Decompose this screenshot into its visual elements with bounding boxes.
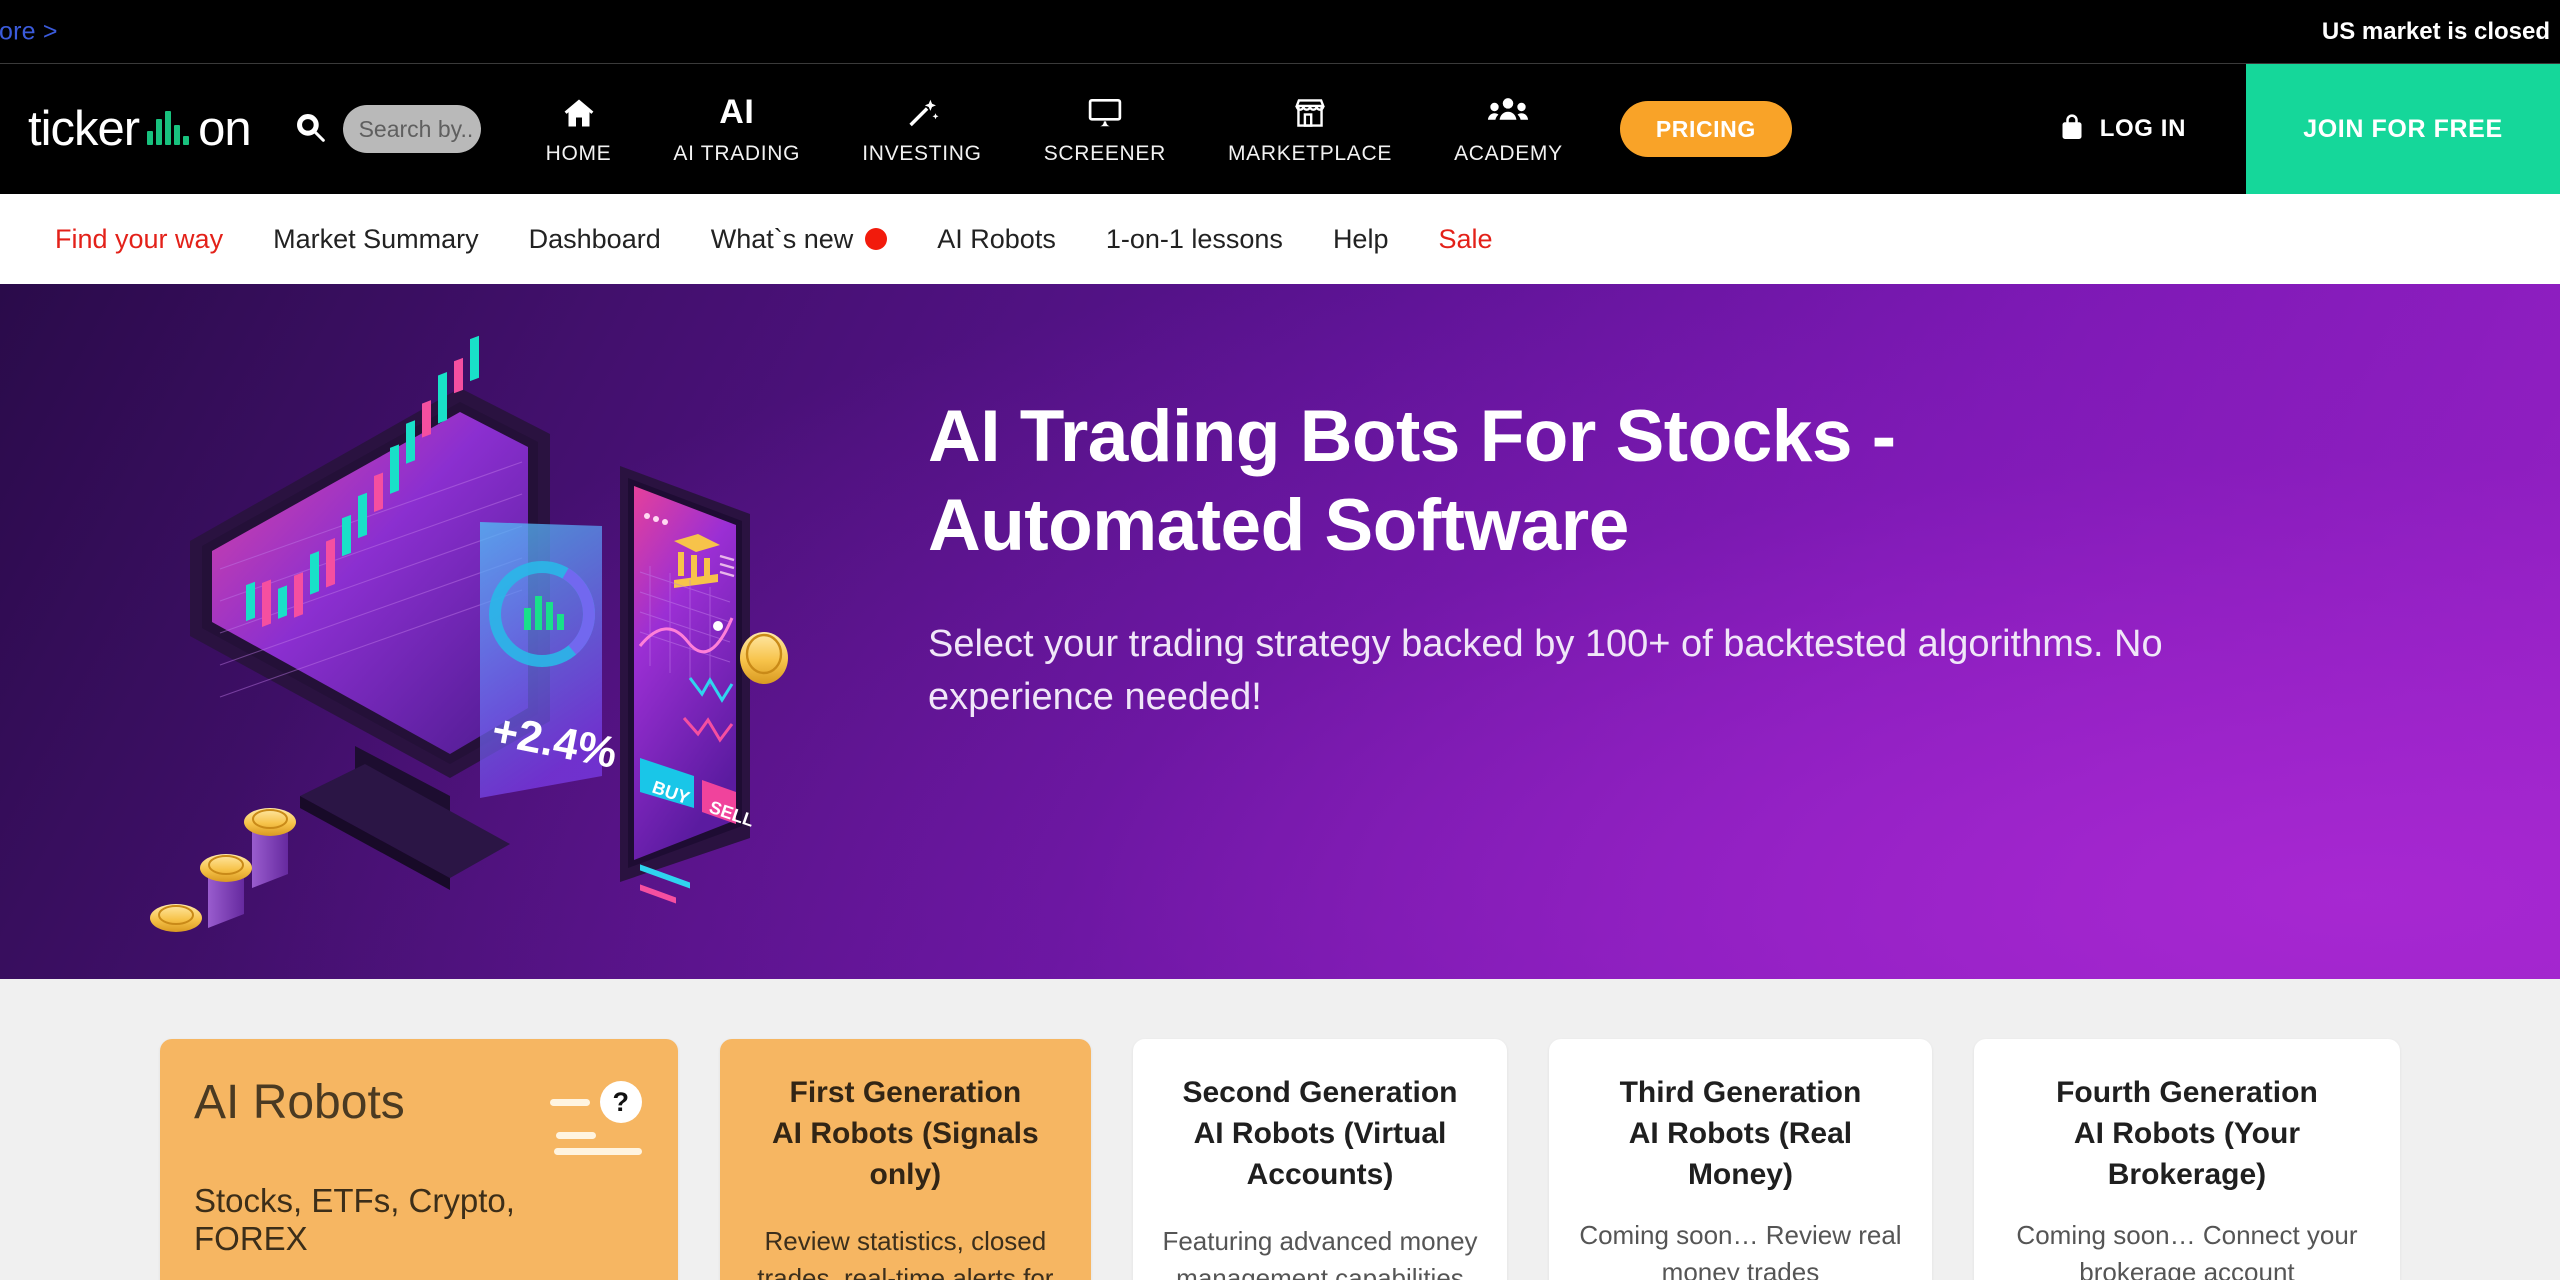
generation-card-second[interactable]: Second Generation AI Robots (Virtual Acc… (1133, 1039, 1507, 1280)
new-indicator-dot-icon (865, 228, 888, 250)
subnav-item-ai-robots[interactable]: AI Robots (912, 224, 1081, 255)
card-heading: Third Generation AI Robots (Real Money) (1577, 1073, 1904, 1195)
overview-card-subtitle: Stocks, ETFs, Crypto, FOREX (194, 1182, 515, 1257)
subnav-item-help[interactable]: Help (1308, 224, 1414, 255)
subnav-item-1-on-1-lessons[interactable]: 1-on-1 lessons (1081, 224, 1308, 255)
generations-section: ? AI Robots Stocks, ETFs, Crypto, FOREX (0, 979, 2560, 1280)
card-heading-line1: Third Generation (1619, 1076, 1862, 1109)
nav-label-marketplace: MARKETPLACE (1227, 141, 1393, 165)
subnav-label: 1-on-1 lessons (1105, 223, 1283, 254)
storefront-icon (1292, 93, 1328, 133)
search-icon[interactable] (293, 110, 327, 149)
isometric-trading-illustration: +2.4% BUY SELL (150, 326, 850, 956)
secondary-navigation-bar: Find your way Market Summary Dashboard W… (0, 194, 2560, 284)
nav-item-ai-trading[interactable]: AI AI TRADING (642, 64, 831, 194)
card-heading-line1: Second Generation (1182, 1076, 1458, 1109)
magic-wand-icon (904, 93, 940, 133)
generation-card-fourth[interactable]: Fourth Generation AI Robots (Your Broker… (1973, 1039, 2400, 1280)
home-icon (561, 93, 597, 133)
generation-card-third[interactable]: Third Generation AI Robots (Real Money) … (1548, 1039, 1932, 1280)
logo-bar-chart-icon (147, 111, 190, 145)
market-status-text: US market is closed (2321, 17, 2550, 45)
hero-title: AI Trading Bots For Stocks - Automated S… (928, 396, 1896, 567)
hero-subtitle: Select your trading strategy backed by 1… (928, 623, 2163, 719)
nav-label-screener: SCREENER (1043, 141, 1166, 165)
card-hint-group[interactable]: ? (549, 1081, 642, 1155)
hero-banner: +2.4% BUY SELL AI Trading Bots For Stock… (0, 284, 2560, 979)
nav-label-home: HOME (545, 141, 612, 165)
nav-right-group: LOG IN JOIN FOR FREE (2008, 64, 2560, 194)
card-heading: Fourth Generation AI Robots (Your Broker… (2002, 1073, 2372, 1195)
hero-copy: AI Trading Bots For Stocks - Automated S… (928, 392, 2258, 724)
subnav-item-sale[interactable]: Sale (1413, 224, 1517, 255)
pricing-button[interactable]: PRICING (1619, 101, 1792, 157)
card-body: Featuring advanced money management capa… (1162, 1226, 1478, 1280)
subnav-label: AI Robots (937, 223, 1056, 254)
generations-card-row: ? AI Robots Stocks, ETFs, Crypto, FOREX (0, 979, 2560, 1280)
nav-label-academy: ACADEMY (1454, 141, 1563, 165)
nav-item-marketplace[interactable]: MARKETPLACE (1197, 64, 1423, 194)
lock-icon (2058, 111, 2086, 148)
card-body: Coming soon… Review real money trades (1579, 1220, 1902, 1280)
subnav-label: Sale (1438, 223, 1493, 254)
nav-item-screener[interactable]: SCREENER (1013, 64, 1197, 194)
subnav-item-find-your-way[interactable]: Find your way (30, 224, 248, 255)
subnav-item-dashboard[interactable]: Dashboard (504, 224, 686, 255)
search-area: Search by.. (293, 64, 515, 194)
login-label: LOG IN (2099, 115, 2186, 142)
hint-bar-icon (553, 1148, 642, 1155)
card-heading-line1: First Generation (789, 1076, 1022, 1109)
card-heading-line2: AI Robots (Signals only) (772, 1116, 1039, 1191)
primary-nav-items: HOME AI AI TRADING INVESTING SCREENER MA… (515, 64, 1594, 194)
logo-text-ticker: ticker (28, 102, 140, 156)
card-body: Review statistics, closed trades, real-t… (757, 1226, 1054, 1280)
subnav-item-market-summary[interactable]: Market Summary (248, 224, 504, 255)
card-heading-line1: Fourth Generation (2056, 1076, 2318, 1109)
card-heading: First Generation AI Robots (Signals only… (748, 1073, 1063, 1195)
logo-text-on: on (198, 102, 252, 156)
site-logo[interactable]: ticker on (0, 64, 293, 194)
nav-item-academy[interactable]: ACADEMY (1423, 64, 1594, 194)
ticker-more-link[interactable]: more > (0, 17, 58, 46)
hint-bar-icon (555, 1132, 596, 1139)
people-group-icon (1487, 93, 1529, 133)
main-navigation-bar: ticker on Search by.. HOME AI AI TRADING (0, 64, 2560, 194)
card-heading: Second Generation AI Robots (Virtual Acc… (1161, 1073, 1479, 1195)
ticker-strip: more > US market is closed (0, 0, 2560, 64)
card-heading-line2: AI Robots (Your Brokerage) (2073, 1116, 2300, 1191)
subnav-label: What`s new (710, 223, 854, 254)
subnav-label: Help (1332, 223, 1389, 254)
ai-text-icon: AI (719, 93, 755, 131)
login-button[interactable]: LOG IN (2008, 64, 2246, 194)
hint-row-top: ? (549, 1081, 642, 1123)
monitor-icon (1086, 93, 1124, 133)
generation-card-first[interactable]: First Generation AI Robots (Signals only… (719, 1039, 1091, 1280)
card-body: Coming soon… Connect your brokerage acco… (2016, 1220, 2358, 1280)
subnav-label: Dashboard (528, 223, 661, 254)
nav-item-investing[interactable]: INVESTING (831, 64, 1012, 194)
hint-bar-icon (549, 1098, 590, 1106)
join-for-free-button[interactable]: JOIN FOR FREE (2246, 64, 2560, 194)
ai-robots-overview-card[interactable]: ? AI Robots Stocks, ETFs, Crypto, FOREX (160, 1039, 678, 1280)
nav-label-investing: INVESTING (862, 141, 982, 165)
question-mark-icon[interactable]: ? (599, 1081, 642, 1123)
nav-item-home[interactable]: HOME (515, 64, 643, 194)
card-heading-line2: AI Robots (Real Money) (1628, 1116, 1853, 1191)
search-input[interactable]: Search by.. (342, 105, 481, 153)
subnav-label: Find your way (55, 223, 224, 254)
card-heading-line2: AI Robots (Virtual Accounts) (1193, 1116, 1447, 1191)
subnav-label: Market Summary (273, 223, 479, 254)
nav-label-ai-trading: AI TRADING (673, 141, 801, 165)
subnav-item-whats-new[interactable]: What`s new (686, 224, 913, 255)
